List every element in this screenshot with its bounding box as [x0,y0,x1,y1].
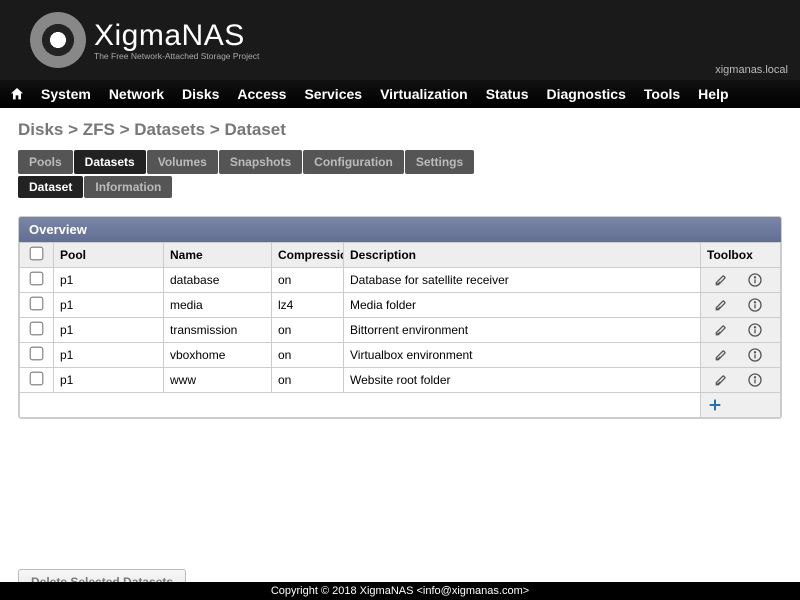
table-row: p1wwwonWebsite root folder [20,368,781,393]
menu-item-system[interactable]: System [32,82,100,106]
add-icon[interactable] [707,397,723,411]
table-row: p1databaseonDatabase for satellite recei… [20,268,781,293]
home-icon[interactable] [8,85,26,103]
row-select-checkbox[interactable] [30,347,44,361]
cell-toolbox [701,268,781,293]
cell-name: database [164,268,272,293]
row-select-checkbox[interactable] [30,297,44,311]
dataset-table: Pool Name Compression Description Toolbo… [19,242,781,418]
tab-datasets[interactable]: Datasets [74,150,146,174]
brand-name: XigmaNAS [94,19,259,53]
cell-pool: p1 [54,293,164,318]
overview-panel: Overview Pool Name Compression Descripti… [18,216,782,419]
cell-compression: on [272,268,344,293]
row-select-checkbox[interactable] [30,372,44,386]
row-select-checkbox[interactable] [30,322,44,336]
row-select-cell [20,368,54,393]
edit-icon[interactable] [713,272,729,288]
menu-item-disks[interactable]: Disks [173,82,228,106]
menu-item-help[interactable]: Help [689,82,737,106]
row-select-cell [20,268,54,293]
edit-icon[interactable] [713,297,729,313]
cell-description: Bittorrent environment [344,318,701,343]
logo-disc-icon [30,12,86,68]
cell-name: vboxhome [164,343,272,368]
subtab-dataset[interactable]: Dataset [18,176,83,198]
col-description: Description [344,243,701,268]
info-icon[interactable] [747,347,763,363]
cell-description: Media folder [344,293,701,318]
add-row [20,393,781,418]
menu-item-virtualization[interactable]: Virtualization [371,82,477,106]
info-icon[interactable] [747,372,763,388]
tab-settings[interactable]: Settings [405,150,474,174]
cell-compression: lz4 [272,293,344,318]
edit-icon[interactable] [713,322,729,338]
col-compression: Compression [272,243,344,268]
tab-pools[interactable]: Pools [18,150,73,174]
table-row: p1transmissiononBittorrent environment [20,318,781,343]
delete-selected-button[interactable]: Delete Selected Datasets [18,569,186,582]
menu-item-services[interactable]: Services [295,82,371,106]
hostname: xigmanas.local [715,64,788,76]
header: XigmaNAS The Free Network-Attached Stora… [0,0,800,80]
select-all-cell [20,243,54,268]
menu-item-diagnostics[interactable]: Diagnostics [538,82,635,106]
cell-compression: on [272,368,344,393]
tab-configuration[interactable]: Configuration [303,150,404,174]
table-row: p1medialz4Media folder [20,293,781,318]
cell-pool: p1 [54,368,164,393]
row-select-checkbox[interactable] [30,272,44,286]
breadcrumb: Disks > ZFS > Datasets > Dataset [18,120,782,140]
info-icon[interactable] [747,297,763,313]
cell-compression: on [272,318,344,343]
info-icon[interactable] [747,322,763,338]
cell-description: Website root folder [344,368,701,393]
cell-description: Virtualbox environment [344,343,701,368]
tabrow-secondary: DatasetInformation [18,176,782,198]
col-name: Name [164,243,272,268]
content: Disks > ZFS > Datasets > Dataset PoolsDa… [0,108,800,582]
edit-icon[interactable] [713,347,729,363]
cell-toolbox [701,318,781,343]
table-header-row: Pool Name Compression Description Toolbo… [20,243,781,268]
cell-compression: on [272,343,344,368]
copyright: Copyright © 2018 XigmaNAS <info@xigmanas… [0,582,800,600]
cell-description: Database for satellite receiver [344,268,701,293]
footer-actions: Delete Selected Datasets [18,569,782,582]
table-row: p1vboxhomeonVirtualbox environment [20,343,781,368]
cell-toolbox [701,293,781,318]
tab-snapshots[interactable]: Snapshots [219,150,302,174]
cell-name: media [164,293,272,318]
menu-item-status[interactable]: Status [477,82,538,106]
tabrow-primary: PoolsDatasetsVolumesSnapshotsConfigurati… [18,150,782,174]
cell-toolbox [701,343,781,368]
cell-pool: p1 [54,318,164,343]
cell-name: transmission [164,318,272,343]
row-select-cell [20,318,54,343]
col-toolbox: Toolbox [701,243,781,268]
brand-tagline: The Free Network-Attached Storage Projec… [94,51,259,61]
row-select-cell [20,343,54,368]
select-all-checkbox[interactable] [30,247,44,261]
logo-text: XigmaNAS The Free Network-Attached Stora… [94,19,259,61]
edit-icon[interactable] [713,372,729,388]
add-cell [701,393,781,418]
panel-title: Overview [19,217,781,242]
subtab-information[interactable]: Information [84,176,172,198]
cell-pool: p1 [54,343,164,368]
cell-toolbox [701,368,781,393]
cell-name: www [164,368,272,393]
menu-item-access[interactable]: Access [228,82,295,106]
info-icon[interactable] [747,272,763,288]
cell-pool: p1 [54,268,164,293]
logo[interactable]: XigmaNAS The Free Network-Attached Stora… [0,12,259,68]
menubar: SystemNetworkDisksAccessServicesVirtuali… [0,80,800,108]
menu-item-network[interactable]: Network [100,82,173,106]
menu-item-tools[interactable]: Tools [635,82,689,106]
col-pool: Pool [54,243,164,268]
row-select-cell [20,293,54,318]
tab-volumes[interactable]: Volumes [147,150,218,174]
